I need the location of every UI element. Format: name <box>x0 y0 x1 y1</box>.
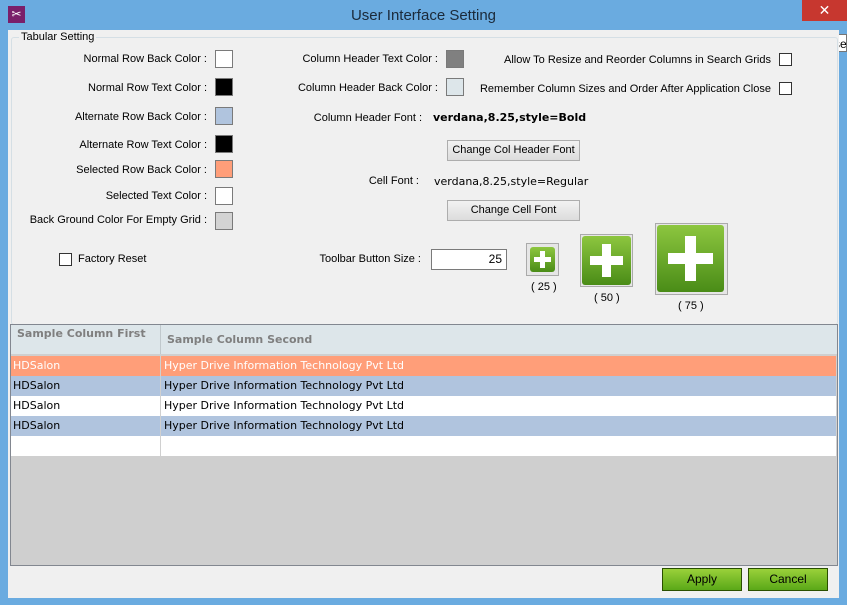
title-bar: ✂ User Interface Setting ✕ <box>0 0 847 30</box>
column-header-second[interactable]: Sample Column Second <box>161 325 837 354</box>
cell-font-label: Cell Font : <box>368 175 419 187</box>
col-header-text-color-swatch[interactable] <box>446 50 464 68</box>
col-header-back-color-swatch[interactable] <box>446 78 464 96</box>
allow-resize-checkbox[interactable] <box>779 53 792 66</box>
remember-sizes-label: Remember Column Sizes and Order After Ap… <box>479 83 771 95</box>
selected-row-back-label: Selected Row Back Color : <box>76 164 207 176</box>
dialog-body: Tabular Setting Normal Row Back Color : … <box>8 30 839 598</box>
grid-header: Sample Column First Sample Column Second <box>11 325 837 354</box>
alternate-row-back-label: Alternate Row Back Color : <box>74 111 207 123</box>
cell-first-empty <box>11 436 161 456</box>
empty-grid-color-label: Back Ground Color For Empty Grid : <box>29 214 207 226</box>
cell-second: Hyper Drive Information Technology Pvt L… <box>161 356 837 376</box>
alternate-row-text-swatch[interactable] <box>215 135 233 153</box>
table-row[interactable]: HDSalon Hyper Drive Information Technolo… <box>11 376 837 396</box>
plus-preview-large-frame[interactable] <box>655 223 728 295</box>
size-large-label: ( 75 ) <box>678 300 704 312</box>
table-row[interactable]: HDSalon Hyper Drive Information Technolo… <box>11 396 837 416</box>
normal-row-text-label: Normal Row Text Color : <box>88 82 207 94</box>
change-col-header-font-button[interactable]: Change Col Header Font <box>447 140 580 161</box>
col-header-font-label: Column Header Font : <box>313 112 422 124</box>
cell-second: Hyper Drive Information Technology Pvt L… <box>161 396 837 416</box>
remember-sizes-checkbox[interactable] <box>779 82 792 95</box>
col-header-font-value: verdana,8.25,style=Bold <box>433 111 587 124</box>
cell-second-empty <box>161 436 837 456</box>
plus-icon-small <box>530 247 555 272</box>
sample-grid[interactable]: Sample Column First Sample Column Second… <box>10 324 838 566</box>
window-title: User Interface Setting <box>350 7 497 24</box>
window: ✂ User Interface Setting ✕ Close Tabular… <box>0 0 847 605</box>
toolbar-button-size-input[interactable]: 25 <box>431 249 507 270</box>
alternate-row-text-label: Alternate Row Text Color : <box>79 139 207 151</box>
group-title: Tabular Setting <box>19 31 97 43</box>
normal-row-text-swatch[interactable] <box>215 78 233 96</box>
col-header-back-color-label: Column Header Back Color : <box>297 82 438 94</box>
plus-icon-medium <box>582 236 631 285</box>
cell-first: HDSalon <box>11 356 161 376</box>
plus-preview-medium-frame[interactable] <box>580 234 633 287</box>
selected-row-back-swatch[interactable] <box>215 160 233 178</box>
change-cell-font-button[interactable]: Change Cell Font <box>447 200 580 221</box>
cancel-button[interactable]: Cancel <box>748 568 828 591</box>
normal-row-back-label: Normal Row Back Color : <box>83 53 207 65</box>
size-small-label: ( 25 ) <box>531 281 557 293</box>
cell-first: HDSalon <box>11 376 161 396</box>
cell-second: Hyper Drive Information Technology Pvt L… <box>161 416 837 436</box>
alternate-row-back-swatch[interactable] <box>215 107 233 125</box>
plus-icon-large <box>657 225 724 292</box>
column-header-first[interactable]: Sample Column First <box>11 325 161 354</box>
new-row-placeholder[interactable] <box>11 436 837 456</box>
cell-font-value: verdana,8.25,style=Regular <box>434 175 589 188</box>
empty-grid-color-swatch[interactable] <box>215 212 233 230</box>
cell-second: Hyper Drive Information Technology Pvt L… <box>161 376 837 396</box>
plus-preview-small-frame[interactable] <box>526 243 559 276</box>
cell-first: HDSalon <box>11 396 161 416</box>
table-row[interactable]: HDSalon Hyper Drive Information Technolo… <box>11 356 837 376</box>
factory-reset-checkbox[interactable] <box>59 253 72 266</box>
selected-text-label: Selected Text Color : <box>105 190 207 202</box>
table-row[interactable]: HDSalon Hyper Drive Information Technolo… <box>11 416 837 436</box>
col-header-text-color-label: Column Header Text Color : <box>302 53 438 65</box>
toolbar-button-size-label: Toolbar Button Size : <box>319 253 421 265</box>
factory-reset-label: Factory Reset <box>78 253 147 265</box>
close-button[interactable]: ✕ <box>802 0 847 21</box>
normal-row-back-swatch[interactable] <box>215 50 233 68</box>
allow-resize-label: Allow To Resize and Reorder Columns in S… <box>504 54 771 66</box>
apply-button[interactable]: Apply <box>662 568 742 591</box>
size-medium-label: ( 50 ) <box>594 292 620 304</box>
cell-first: HDSalon <box>11 416 161 436</box>
selected-text-swatch[interactable] <box>215 187 233 205</box>
